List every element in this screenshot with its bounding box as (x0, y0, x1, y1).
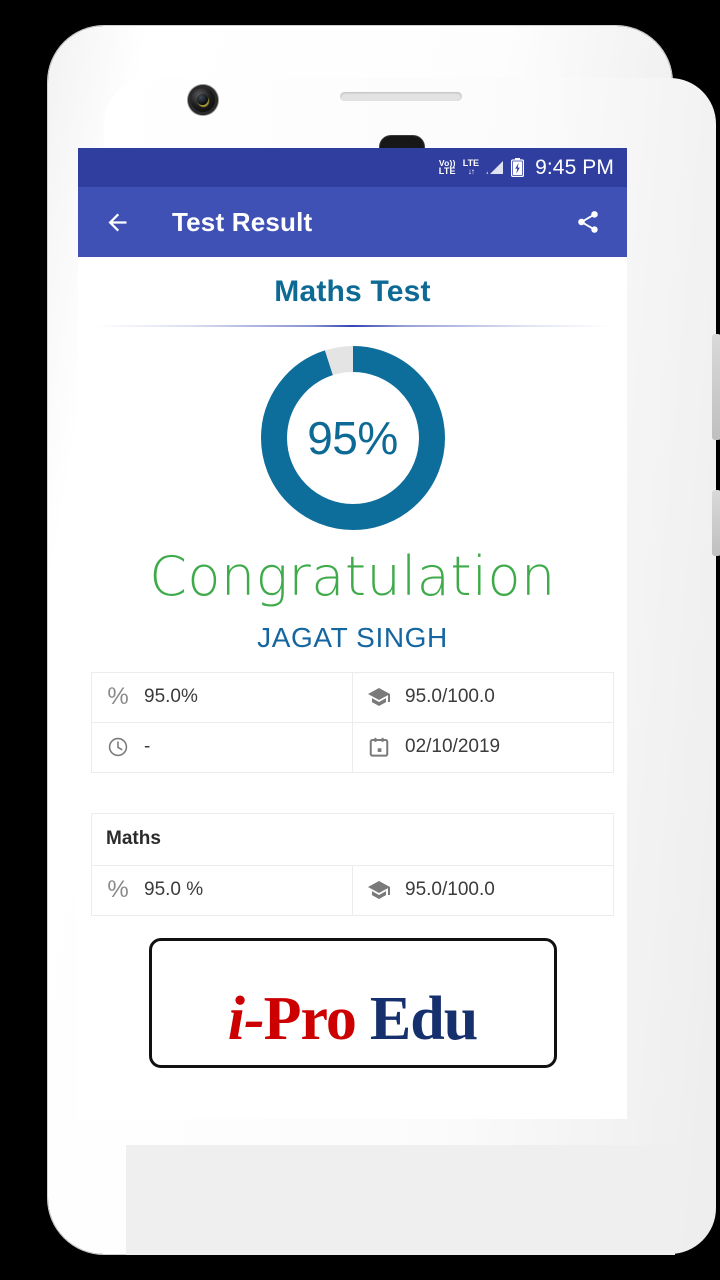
score-chart-area: 95% (78, 341, 627, 535)
institute-logo-area: i-Pro Edu (78, 937, 627, 1068)
share-icon (578, 211, 598, 233)
marks-cell: 95.0/100.0 (352, 671, 614, 723)
subject-percentage-value: 95.0 % (144, 879, 204, 901)
power-button[interactable] (712, 490, 720, 556)
volte-icon: Vo)) LTE (439, 159, 456, 177)
institute-logo: i-Pro Edu (148, 937, 557, 1068)
earpiece-speaker (340, 92, 462, 101)
status-bar-clock: 9:45 PM (535, 155, 614, 179)
arrow-left-icon (108, 213, 126, 231)
graduation-cap-icon (367, 878, 391, 902)
subject-header-row: Maths (91, 812, 614, 866)
table-row: % 95.0% 95.0/100.0 (91, 671, 614, 723)
percentage-value: 95.0% (144, 686, 198, 708)
logo-part-edu: Edu (369, 985, 478, 1054)
result-content: Maths Test 95% Congratulation JAGAT SING… (78, 257, 627, 1119)
subject-percentage-cell: % 95.0 % (91, 864, 353, 916)
logo-part-pro: Pro (263, 985, 357, 1054)
marks-value: 95.0/100.0 (405, 686, 495, 708)
clock-icon (106, 735, 130, 759)
score-donut-chart: 95% (256, 341, 450, 535)
time-cell: - (91, 721, 353, 773)
subject-name-cell: Maths (91, 812, 614, 866)
lte-data-icon: LTE ↓↑ (463, 159, 479, 176)
score-percent-label: 95% (307, 412, 398, 464)
signal-bars-icon (486, 161, 504, 174)
screen-bottom-filler (126, 1145, 675, 1255)
date-cell: 02/10/2019 (352, 721, 614, 773)
subject-marks-cell: 95.0/100.0 (352, 864, 614, 916)
student-name: JAGAT SINGH (257, 621, 448, 653)
institute-logo-text: i-Pro Edu (227, 984, 478, 1055)
calendar-icon (367, 735, 391, 759)
table-spacer (78, 773, 627, 795)
volte-icon-bottom: LTE (438, 166, 456, 177)
share-button[interactable] (571, 205, 605, 239)
subject-marks-table: Maths % 95.0 % 95.0/100.0 (91, 812, 614, 916)
logo-part-i: i- (227, 985, 265, 1054)
title-divider (96, 325, 609, 327)
phone-screen: Vo)) LTE LTE ↓↑ 9:45 PM Test Result Math… (78, 148, 627, 1119)
percent-icon: % (107, 683, 129, 711)
graduation-cap-icon (367, 685, 391, 709)
page-title: Test Result (172, 206, 313, 237)
test-name-heading: Maths Test (274, 275, 431, 308)
subject-marks-value: 95.0/100.0 (405, 879, 495, 901)
date-value: 02/10/2019 (405, 736, 501, 758)
back-button[interactable] (100, 205, 134, 239)
battery-charging-icon (511, 158, 525, 177)
table-row: % 95.0 % 95.0/100.0 (91, 864, 614, 916)
percentage-cell: % 95.0% (91, 671, 353, 723)
status-bar: Vo)) LTE LTE ↓↑ 9:45 PM (78, 148, 627, 187)
congratulation-message: Congratulation (149, 545, 556, 608)
volume-button[interactable] (712, 334, 720, 440)
lte-data-arrows: ↓↑ (467, 167, 475, 176)
percent-icon: % (107, 876, 129, 904)
table-row: - 02/10/2019 (91, 721, 614, 773)
front-camera-icon (188, 85, 218, 115)
app-bar: Test Result (78, 187, 627, 257)
time-value: - (144, 736, 151, 758)
result-summary-table: % 95.0% 95.0/100.0 - 02/10/2019 (91, 671, 614, 773)
